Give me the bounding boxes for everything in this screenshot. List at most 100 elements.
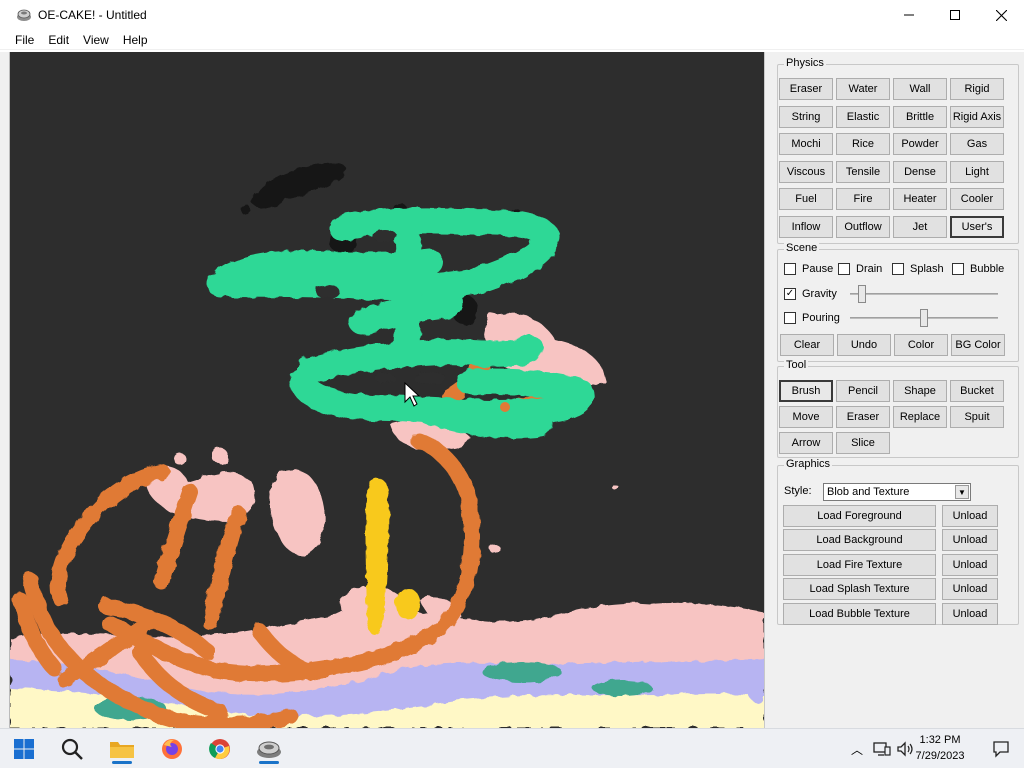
color-button[interactable]: Color — [894, 334, 948, 356]
minimize-button[interactable] — [886, 0, 932, 30]
physics-fire-button[interactable]: Fire — [836, 188, 890, 210]
pouring-checkbox-box[interactable] — [784, 312, 796, 324]
gravity-slider-thumb[interactable] — [857, 285, 866, 303]
file-explorer-icon — [110, 742, 134, 758]
tool-shape-button[interactable]: Shape — [893, 380, 947, 402]
undo-button[interactable]: Undo — [837, 334, 891, 356]
physics-outflow-button[interactable]: Outflow — [836, 216, 890, 238]
menu-help[interactable]: Help — [116, 33, 155, 47]
physics-elastic-button[interactable]: Elastic — [836, 106, 890, 128]
gravity-checkbox-box[interactable]: ✓ — [784, 288, 796, 300]
splash-checkbox[interactable]: Splash — [892, 263, 944, 275]
pause-checkbox[interactable]: Pause — [784, 263, 833, 275]
file-explorer-button[interactable] — [102, 733, 142, 765]
menu-edit[interactable]: Edit — [41, 33, 76, 47]
splash-label: Splash — [910, 263, 944, 275]
splash-checkbox-box[interactable] — [892, 263, 904, 275]
physics-jet-button[interactable]: Jet — [893, 216, 947, 238]
gravity-slider-track[interactable] — [850, 293, 998, 295]
physics-tensile-button[interactable]: Tensile — [836, 161, 890, 183]
load-splash-texture-button[interactable]: Load Splash Texture — [783, 578, 936, 600]
firefox-button[interactable] — [152, 733, 192, 765]
pause-checkbox-box[interactable] — [784, 263, 796, 275]
tool-bucket-button[interactable]: Bucket — [950, 380, 1004, 402]
canvas-area — [0, 52, 764, 728]
tool-brush-button[interactable]: Brush — [779, 380, 833, 402]
physics-powder-button[interactable]: Powder — [893, 133, 947, 155]
pause-label: Pause — [802, 263, 834, 275]
physics-eraser-button[interactable]: Eraser — [779, 78, 833, 100]
physics-light-button[interactable]: Light — [950, 161, 1004, 183]
unload-background-button[interactable]: Unload — [942, 529, 998, 551]
close-button[interactable] — [978, 0, 1024, 30]
graphics-group: Graphics Style: Blob and Texture ▼ Load … — [777, 458, 1019, 625]
physics-user-s-button[interactable]: User's — [950, 216, 1004, 238]
tool-arrow-button[interactable]: Arrow — [779, 432, 833, 454]
physics-gas-button[interactable]: Gas — [950, 133, 1004, 155]
start-button[interactable] — [4, 733, 44, 765]
oe-cake-taskbar-button[interactable] — [249, 733, 289, 765]
style-select[interactable]: Blob and Texture ▼ — [823, 483, 971, 501]
windows-start-icon — [14, 739, 34, 759]
unload-splash-texture-button[interactable]: Unload — [942, 578, 998, 600]
tool-group: Tool Brush Pencil Shape Bucket Move Eraser Rep… — [777, 359, 1019, 458]
maximize-icon — [950, 10, 960, 20]
physics-dense-button[interactable]: Dense — [893, 161, 947, 183]
physics-rigid-button[interactable]: Rigid — [950, 78, 1004, 100]
physics-inflow-button[interactable]: Inflow — [779, 216, 833, 238]
tool-replace-button[interactable]: Replace — [893, 406, 947, 428]
clock[interactable]: 1:32 PM 7/29/2023 — [908, 732, 972, 764]
pouring-slider-thumb[interactable] — [920, 309, 928, 327]
load-foreground-button[interactable]: Load Foreground — [783, 505, 936, 527]
pouring-checkbox[interactable]: Pouring — [784, 312, 840, 324]
canvas-gutter — [0, 52, 10, 728]
tool-eraser-button[interactable]: Eraser — [836, 406, 890, 428]
tool-title: Tool — [784, 359, 809, 371]
physics-water-button[interactable]: Water — [836, 78, 890, 100]
physics-mochi-button[interactable]: Mochi — [779, 133, 833, 155]
firefox-icon — [162, 739, 182, 759]
network-icon[interactable] — [872, 741, 892, 757]
load-bubble-texture-button[interactable]: Load Bubble Texture — [783, 603, 936, 625]
physics-wall-button[interactable]: Wall — [893, 78, 947, 100]
load-fire-texture-button[interactable]: Load Fire Texture — [783, 554, 936, 576]
simulation-canvas[interactable] — [10, 52, 764, 728]
unload-fire-texture-button[interactable]: Unload — [942, 554, 998, 576]
simulation-drawing — [10, 163, 764, 728]
load-background-button[interactable]: Load Background — [783, 529, 936, 551]
bubble-checkbox-box[interactable] — [952, 263, 964, 275]
unload-bubble-texture-button[interactable]: Unload — [942, 603, 998, 625]
tool-slice-button[interactable]: Slice — [836, 432, 890, 454]
chevron-up-icon[interactable]: ︿ — [846, 741, 868, 758]
active-indicator — [112, 761, 132, 764]
unload-foreground-button[interactable]: Unload — [942, 505, 998, 527]
tool-pencil-button[interactable]: Pencil — [836, 380, 890, 402]
tool-move-button[interactable]: Move — [779, 406, 833, 428]
maximize-button[interactable] — [932, 0, 978, 30]
gravity-checkbox[interactable]: ✓ Gravity — [784, 288, 837, 300]
drain-checkbox[interactable]: Drain — [838, 263, 882, 275]
control-panel: Physics Eraser Water Wall Rigid String Elasti… — [764, 52, 1024, 728]
physics-rice-button[interactable]: Rice — [836, 133, 890, 155]
notification-icon[interactable] — [992, 740, 1010, 758]
menu-file[interactable]: File — [8, 33, 41, 47]
physics-heater-button[interactable]: Heater — [893, 188, 947, 210]
oe-cake-icon — [257, 741, 281, 758]
physics-string-button[interactable]: String — [779, 106, 833, 128]
tool-spuit-button[interactable]: Spuit — [950, 406, 1004, 428]
physics-fuel-button[interactable]: Fuel — [779, 188, 833, 210]
chrome-button[interactable] — [200, 733, 240, 765]
bubble-checkbox[interactable]: Bubble — [952, 263, 1004, 275]
search-button[interactable] — [52, 733, 92, 765]
physics-cooler-button[interactable]: Cooler — [950, 188, 1004, 210]
physics-rigid-axis-button[interactable]: Rigid Axis — [950, 106, 1004, 128]
physics-viscous-button[interactable]: Viscous — [779, 161, 833, 183]
scene-group: Scene Pause Drain Splash Bubble ✓ Gravity… — [777, 242, 1019, 362]
menu-view[interactable]: View — [76, 33, 116, 47]
small-orange-blob — [500, 402, 510, 412]
bg-color-button[interactable]: BG Color — [951, 334, 1005, 356]
drain-checkbox-box[interactable] — [838, 263, 850, 275]
physics-brittle-button[interactable]: Brittle — [893, 106, 947, 128]
style-select-value: Blob and Texture — [827, 486, 910, 498]
clear-button[interactable]: Clear — [780, 334, 834, 356]
